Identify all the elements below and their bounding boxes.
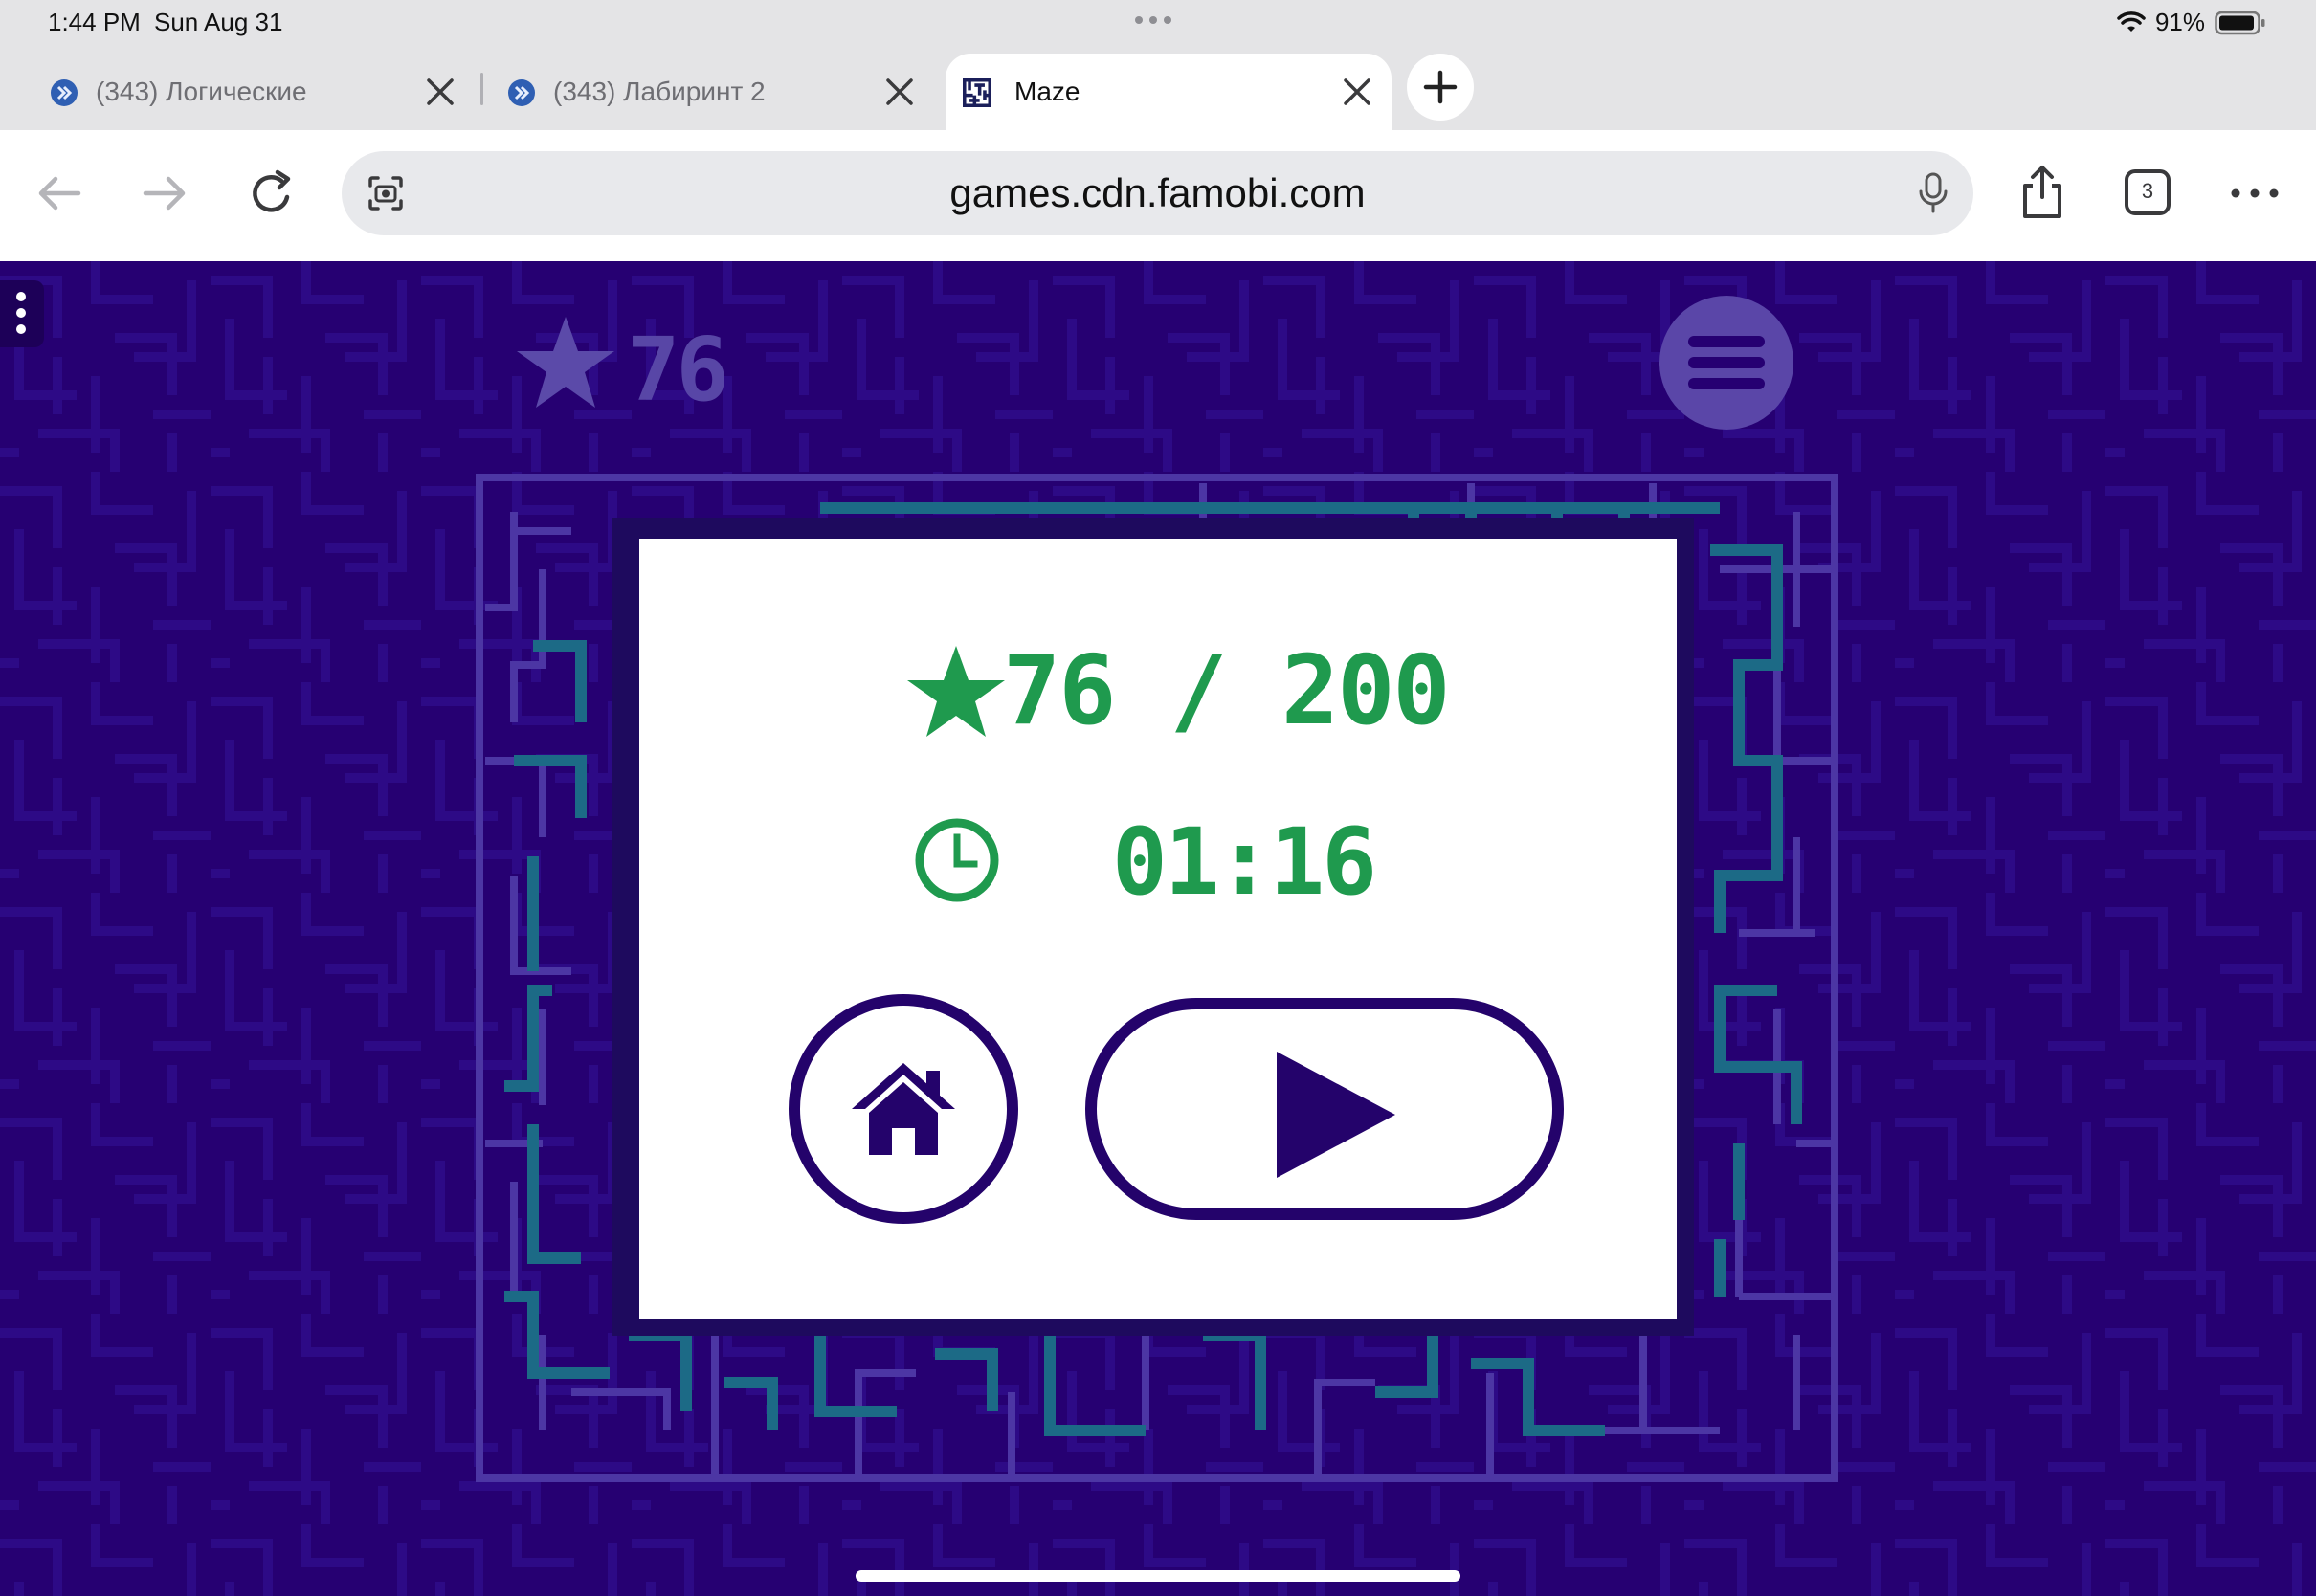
forward-arrow-icon[interactable] [136, 165, 193, 222]
status-time: 1:44 PM [48, 8, 141, 36]
elapsed-time: 01:16 [1112, 809, 1377, 916]
menu-button[interactable] [1659, 296, 1793, 430]
plus-icon [1423, 70, 1458, 104]
tab-strip: (343) Логические (343) Лабиринт 2 Maze [0, 46, 2316, 130]
youtube-favicon-icon [51, 79, 78, 106]
microphone-icon[interactable] [1912, 170, 1954, 216]
battery-percentage: 91% [2154, 8, 2205, 36]
game-canvas[interactable]: 76 76 / 200 01:16 [0, 261, 2316, 1596]
play-icon [1277, 1052, 1395, 1178]
play-next-level-button[interactable] [1085, 998, 1564, 1220]
new-tab-button[interactable] [1407, 54, 1474, 121]
status-bar: 1:44 PM Sun Aug 31 91% [0, 0, 2316, 46]
reload-icon[interactable] [243, 165, 301, 222]
vertical-dots-icon [16, 292, 26, 334]
tab-maze[interactable]: Maze [946, 54, 1392, 130]
side-menu-button[interactable] [0, 280, 44, 347]
home-indicator-bar[interactable] [856, 1570, 1460, 1582]
level-complete-dialog: 76 / 200 01:16 [639, 539, 1677, 1319]
hamburger-icon [1688, 336, 1765, 389]
close-icon[interactable] [1340, 75, 1374, 109]
star-icon [907, 646, 1005, 737]
maze-favicon-icon [963, 78, 991, 107]
more-options-icon[interactable] [2226, 165, 2283, 222]
tab-title: (343) Логические [96, 77, 307, 106]
back-arrow-icon[interactable] [31, 165, 88, 222]
tab-title: (343) Лабиринт 2 [553, 77, 766, 106]
home-button[interactable] [789, 994, 1018, 1224]
multitasking-dots-icon[interactable] [1135, 16, 1171, 24]
stars-collected-score: 76 / 200 [1003, 634, 1451, 746]
status-indicators: 91% [2117, 8, 2266, 37]
battery-icon [2215, 11, 2265, 34]
address-bar[interactable]: games.cdn.famobi.com [342, 151, 1973, 235]
close-icon[interactable] [423, 75, 457, 109]
star-icon [517, 317, 614, 408]
clock-icon [915, 818, 999, 902]
status-date: Sun Aug 31 [154, 8, 283, 36]
tab-title: Maze [1014, 77, 1080, 106]
url-text: games.cdn.famobi.com [949, 170, 1366, 215]
wifi-icon [2117, 11, 2146, 32]
tab-count: 3 [2141, 179, 2154, 203]
youtube-favicon-icon [508, 79, 535, 106]
header-star-count: 76 [627, 319, 729, 421]
share-icon[interactable] [2014, 163, 2071, 220]
tab-logic-games[interactable]: (343) Логические [29, 54, 469, 130]
tabs-overview-button[interactable]: 3 [2124, 168, 2171, 216]
browser-toolbar: games.cdn.famobi.com 3 [0, 130, 2316, 261]
tab-labyrinth-2[interactable]: (343) Лабиринт 2 [486, 54, 936, 130]
close-icon[interactable] [882, 75, 917, 109]
home-icon [852, 1063, 955, 1155]
tab-separator [480, 73, 483, 105]
